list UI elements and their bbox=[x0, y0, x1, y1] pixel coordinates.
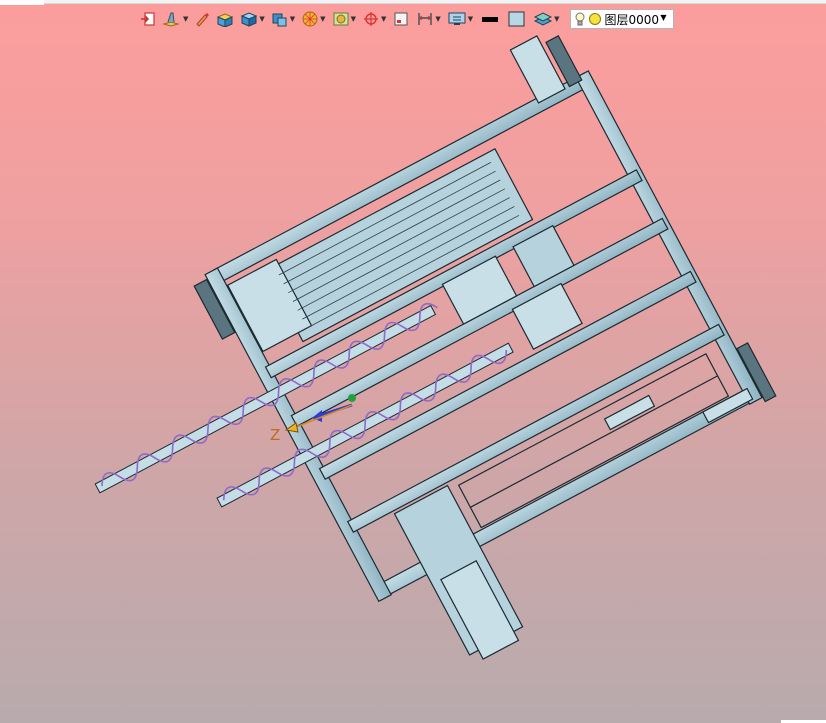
3d-viewport[interactable] bbox=[0, 0, 826, 723]
axis-z-label: Z bbox=[270, 426, 281, 444]
